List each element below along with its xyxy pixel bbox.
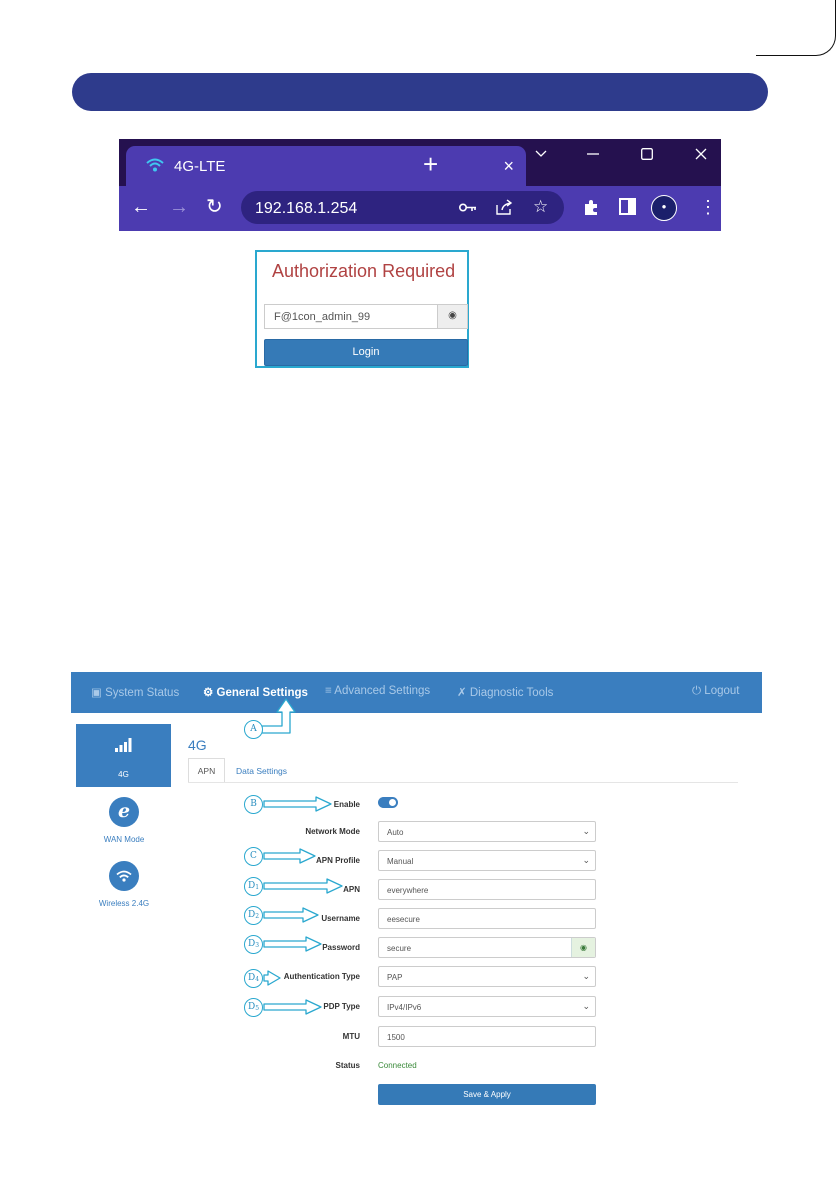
power-icon: ⏻	[692, 685, 705, 697]
network-mode-select[interactable]: Auto ⌄	[378, 821, 596, 842]
chevron-down-icon: ⌄	[582, 971, 590, 981]
page-corner-mark	[756, 0, 836, 56]
tab-apn[interactable]: APN	[188, 758, 225, 783]
section-header-bar	[72, 73, 768, 111]
menu-kebab-icon[interactable]: ⋮	[699, 196, 717, 218]
monitor-icon: ▣	[91, 687, 106, 699]
save-apply-button[interactable]: Save & Apply	[378, 1084, 596, 1105]
callout-a: A	[244, 720, 263, 739]
apn-input[interactable]: everywhere	[378, 879, 596, 900]
close-window-icon[interactable]	[695, 148, 707, 160]
browser-tab[interactable]: 4G-LTE ×	[126, 146, 526, 186]
show-password-eye-icon[interactable]: ◉	[571, 938, 595, 957]
chevron-down-icon: ⌄	[582, 826, 590, 836]
address-bar[interactable]: 192.168.1.254 ☆	[241, 191, 564, 224]
callout-d1: D1	[244, 877, 263, 896]
network-mode-label: Network Mode	[305, 827, 360, 836]
password-value: F@1con_admin_99	[274, 311, 371, 323]
sliders-icon: ≡	[325, 685, 335, 697]
callout-d2: D2	[244, 906, 263, 925]
password-input[interactable]: F@1con_admin_99 ◉	[264, 304, 468, 329]
chevron-down-icon: ⌄	[582, 1001, 590, 1011]
pdp-type-label: PDP Type	[323, 1002, 360, 1011]
apn-profile-label: APN Profile	[315, 856, 360, 865]
close-tab-icon[interactable]: ×	[503, 156, 514, 177]
new-tab-icon[interactable]: +	[423, 151, 438, 177]
ie-globe-icon[interactable]: e	[109, 797, 139, 827]
profile-avatar[interactable]: ●	[651, 195, 677, 221]
apn-label: APN	[343, 885, 360, 894]
tools-icon: ✗	[457, 687, 470, 699]
tab-divider	[188, 782, 738, 783]
tab-title: 4G-LTE	[174, 158, 226, 175]
nav-system-status[interactable]: ▣ System Status	[91, 685, 179, 699]
show-password-eye-icon[interactable]: ◉	[437, 305, 467, 328]
nav-diagnostic-tools[interactable]: ✗ Diagnostic Tools	[457, 685, 553, 699]
maximize-icon[interactable]	[641, 148, 653, 160]
username-input[interactable]: eesecure	[378, 908, 596, 929]
callout-d3: D3	[244, 935, 263, 954]
auth-type-select[interactable]: PAP ⌄	[378, 966, 596, 987]
wifi-icon[interactable]	[109, 861, 139, 891]
minimize-icon[interactable]	[587, 153, 599, 155]
gear-icon: ⚙	[203, 687, 217, 699]
callout-c: C	[244, 847, 263, 866]
login-button[interactable]: Login	[264, 339, 468, 366]
apn-profile-select[interactable]: Manual ⌄	[378, 850, 596, 871]
nav-logout[interactable]: ⏻ Logout	[692, 685, 739, 698]
tab-data-settings[interactable]: Data Settings	[236, 766, 287, 776]
signal-bars-icon	[115, 738, 132, 752]
password-field[interactable]: secure ◉	[378, 937, 596, 958]
back-icon[interactable]: ←	[131, 196, 151, 218]
browser-window: 4G-LTE × + ← → ↻ 192.168.1.254 ☆ ● ⋮	[119, 139, 721, 231]
share-icon[interactable]	[495, 199, 513, 216]
nav-advanced-settings[interactable]: ≡ Advanced Settings	[325, 685, 430, 697]
url-text: 192.168.1.254	[255, 200, 358, 217]
page-title: 4G	[188, 737, 207, 753]
login-dialog: Authorization Required F@1con_admin_99 ◉…	[255, 250, 469, 368]
forward-icon[interactable]: →	[169, 196, 189, 218]
pdp-type-select[interactable]: IPv4/IPv6 ⌄	[378, 996, 596, 1017]
sidebar-item-wireless[interactable]: Wireless 2.4G	[64, 899, 184, 908]
tab-search-chevron-icon[interactable]	[535, 150, 547, 158]
mtu-label: MTU	[342, 1032, 360, 1041]
side-panel-icon[interactable]	[619, 198, 636, 215]
username-label: Username	[321, 914, 360, 923]
nav-general-settings[interactable]: ⚙ General Settings	[203, 685, 308, 699]
chevron-down-icon: ⌄	[582, 855, 590, 865]
reload-icon[interactable]: ↻	[206, 196, 223, 218]
enable-toggle[interactable]	[378, 797, 398, 808]
sidebar-item-4g[interactable]: 4G	[76, 724, 171, 787]
router-navbar: ▣ System Status ⚙ General Settings ≡ Adv…	[71, 672, 762, 713]
callout-d4: D4	[244, 969, 263, 988]
bookmark-star-icon[interactable]: ☆	[533, 197, 548, 217]
callout-d5: D5	[244, 998, 263, 1017]
login-title: Authorization Required	[272, 261, 456, 281]
auth-type-label: Authentication Type	[283, 972, 360, 981]
sidebar-item-wan-mode[interactable]: WAN Mode	[64, 835, 184, 844]
key-icon[interactable]	[459, 203, 477, 212]
extensions-icon[interactable]	[582, 198, 600, 216]
status-value: Connected	[378, 1061, 417, 1070]
status-label: Status	[335, 1061, 360, 1070]
wifi-icon	[146, 158, 164, 172]
sidebar-item-label: 4G	[118, 770, 129, 779]
browser-toolbar: ← → ↻ 192.168.1.254 ☆ ● ⋮	[119, 186, 721, 231]
password-label: Password	[322, 943, 360, 952]
callout-b: B	[244, 795, 263, 814]
enable-label: Enable	[333, 800, 360, 809]
mtu-input[interactable]: 1500	[378, 1026, 596, 1047]
